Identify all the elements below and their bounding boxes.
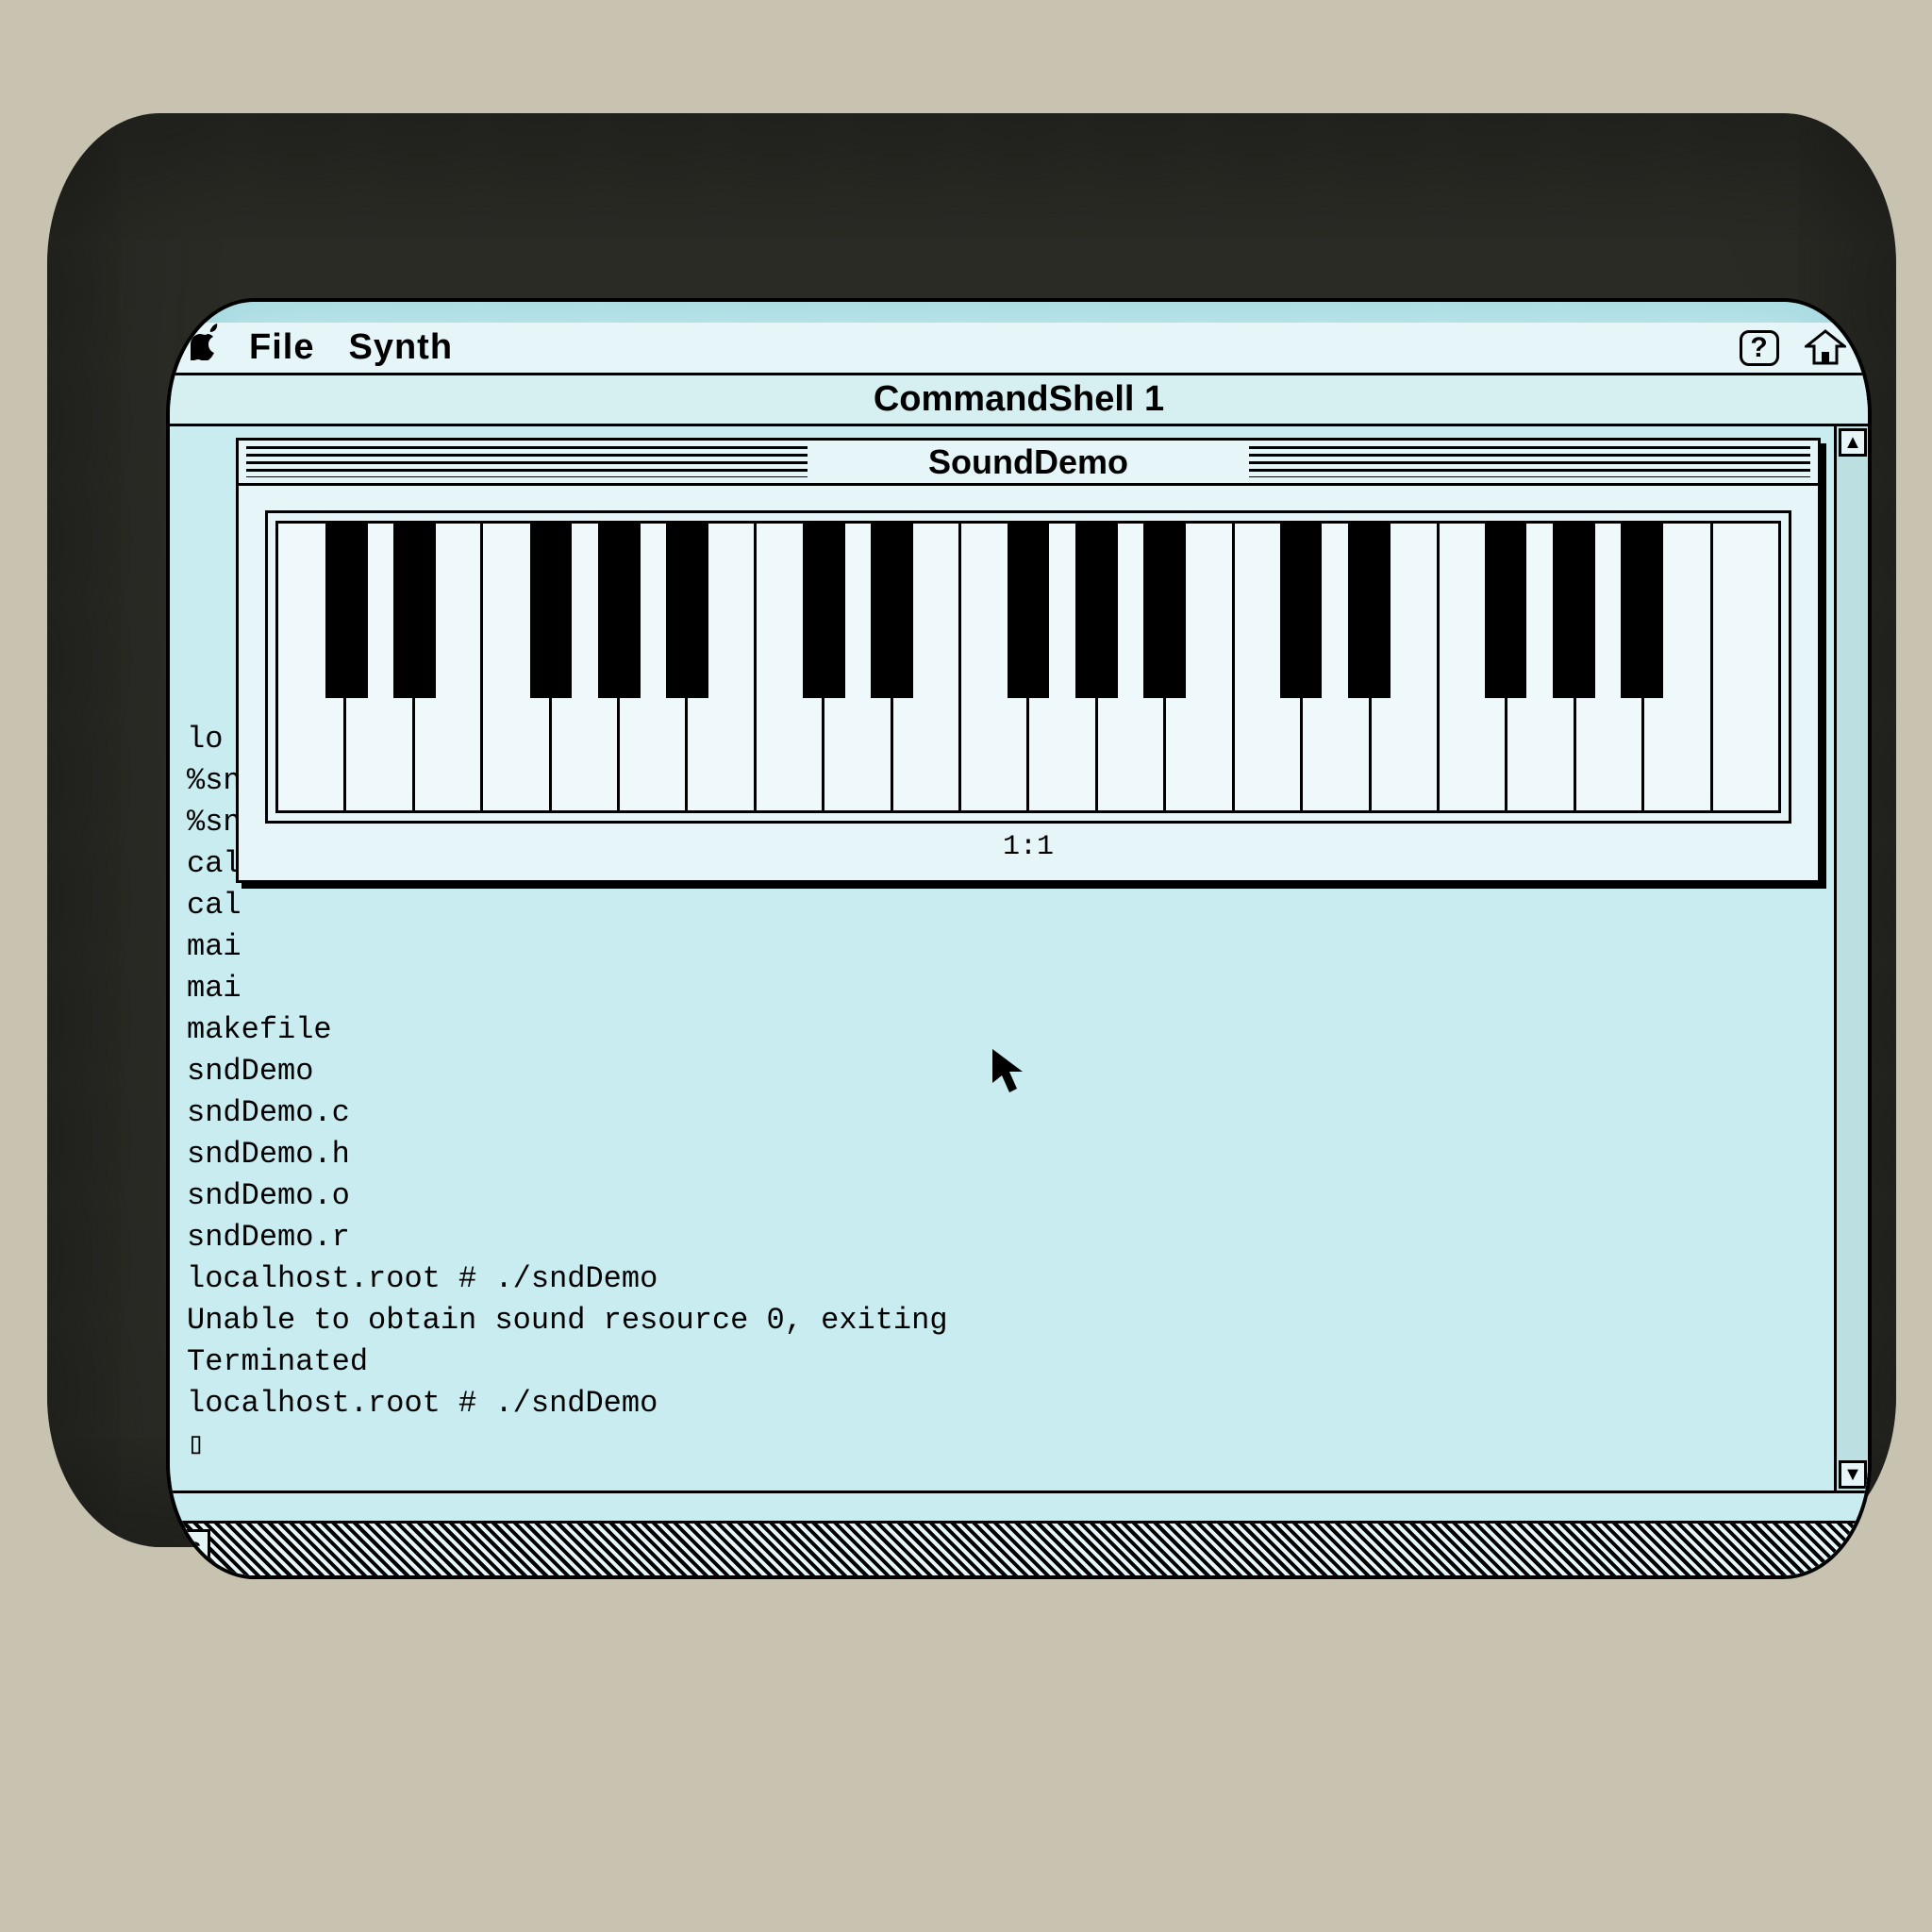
piano-white-key[interactable] <box>1713 524 1778 810</box>
monitor-bezel: File Synth ? CommandShell 1 lo %sn %sn c… <box>47 113 1896 1547</box>
menu-file[interactable]: File <box>249 327 314 368</box>
piano-black-key[interactable] <box>871 524 913 698</box>
help-label: ? <box>1740 330 1779 366</box>
shell-bottom-scroll[interactable] <box>170 1491 1868 1521</box>
piano-black-key[interactable] <box>1621 524 1663 698</box>
commandshell-titlebar[interactable]: CommandShell 1 <box>170 375 1868 426</box>
piano-black-key[interactable] <box>1008 524 1050 698</box>
piano-black-key[interactable] <box>325 524 368 698</box>
status-tag: s <box>177 1529 210 1567</box>
titlebar-pinstripes <box>1249 446 1810 477</box>
piano-black-key[interactable] <box>1143 524 1186 698</box>
menu-synth[interactable]: Synth <box>348 327 453 368</box>
sounddemo-title: SoundDemo <box>911 442 1145 482</box>
zoom-ratio: 1:1 <box>265 824 1791 863</box>
screen: File Synth ? CommandShell 1 lo %sn %sn c… <box>170 302 1868 1575</box>
piano-black-key[interactable] <box>1280 524 1323 698</box>
piano-black-key[interactable] <box>1075 524 1118 698</box>
piano-keyboard[interactable] <box>275 521 1781 813</box>
piano-black-key[interactable] <box>1553 524 1595 698</box>
piano-black-key[interactable] <box>1485 524 1527 698</box>
piano-black-key[interactable] <box>1348 524 1391 698</box>
piano-black-key[interactable] <box>666 524 708 698</box>
menubar: File Synth ? <box>170 323 1868 375</box>
help-icon[interactable]: ? <box>1736 327 1783 369</box>
sounddemo-content: 1:1 <box>239 486 1818 880</box>
scroll-down-arrow-icon[interactable]: ▼ <box>1839 1460 1867 1489</box>
app-switcher-icon[interactable] <box>1802 327 1849 369</box>
commandshell-title: CommandShell 1 <box>874 379 1164 420</box>
piano-black-key[interactable] <box>530 524 573 698</box>
apple-menu-icon[interactable] <box>191 323 225 370</box>
sounddemo-window[interactable]: SoundDemo 1:1 <box>236 438 1821 883</box>
shell-scrollbar[interactable]: ▲ ▼ <box>1834 426 1868 1491</box>
keyboard-frame <box>265 510 1791 824</box>
titlebar-pinstripes <box>246 446 808 477</box>
piano-black-key[interactable] <box>803 524 845 698</box>
piano-black-key[interactable] <box>393 524 436 698</box>
piano-black-key[interactable] <box>598 524 641 698</box>
scroll-up-arrow-icon[interactable]: ▲ <box>1839 428 1867 457</box>
status-strip: s <box>170 1521 1868 1575</box>
sounddemo-titlebar[interactable]: SoundDemo <box>239 441 1818 486</box>
